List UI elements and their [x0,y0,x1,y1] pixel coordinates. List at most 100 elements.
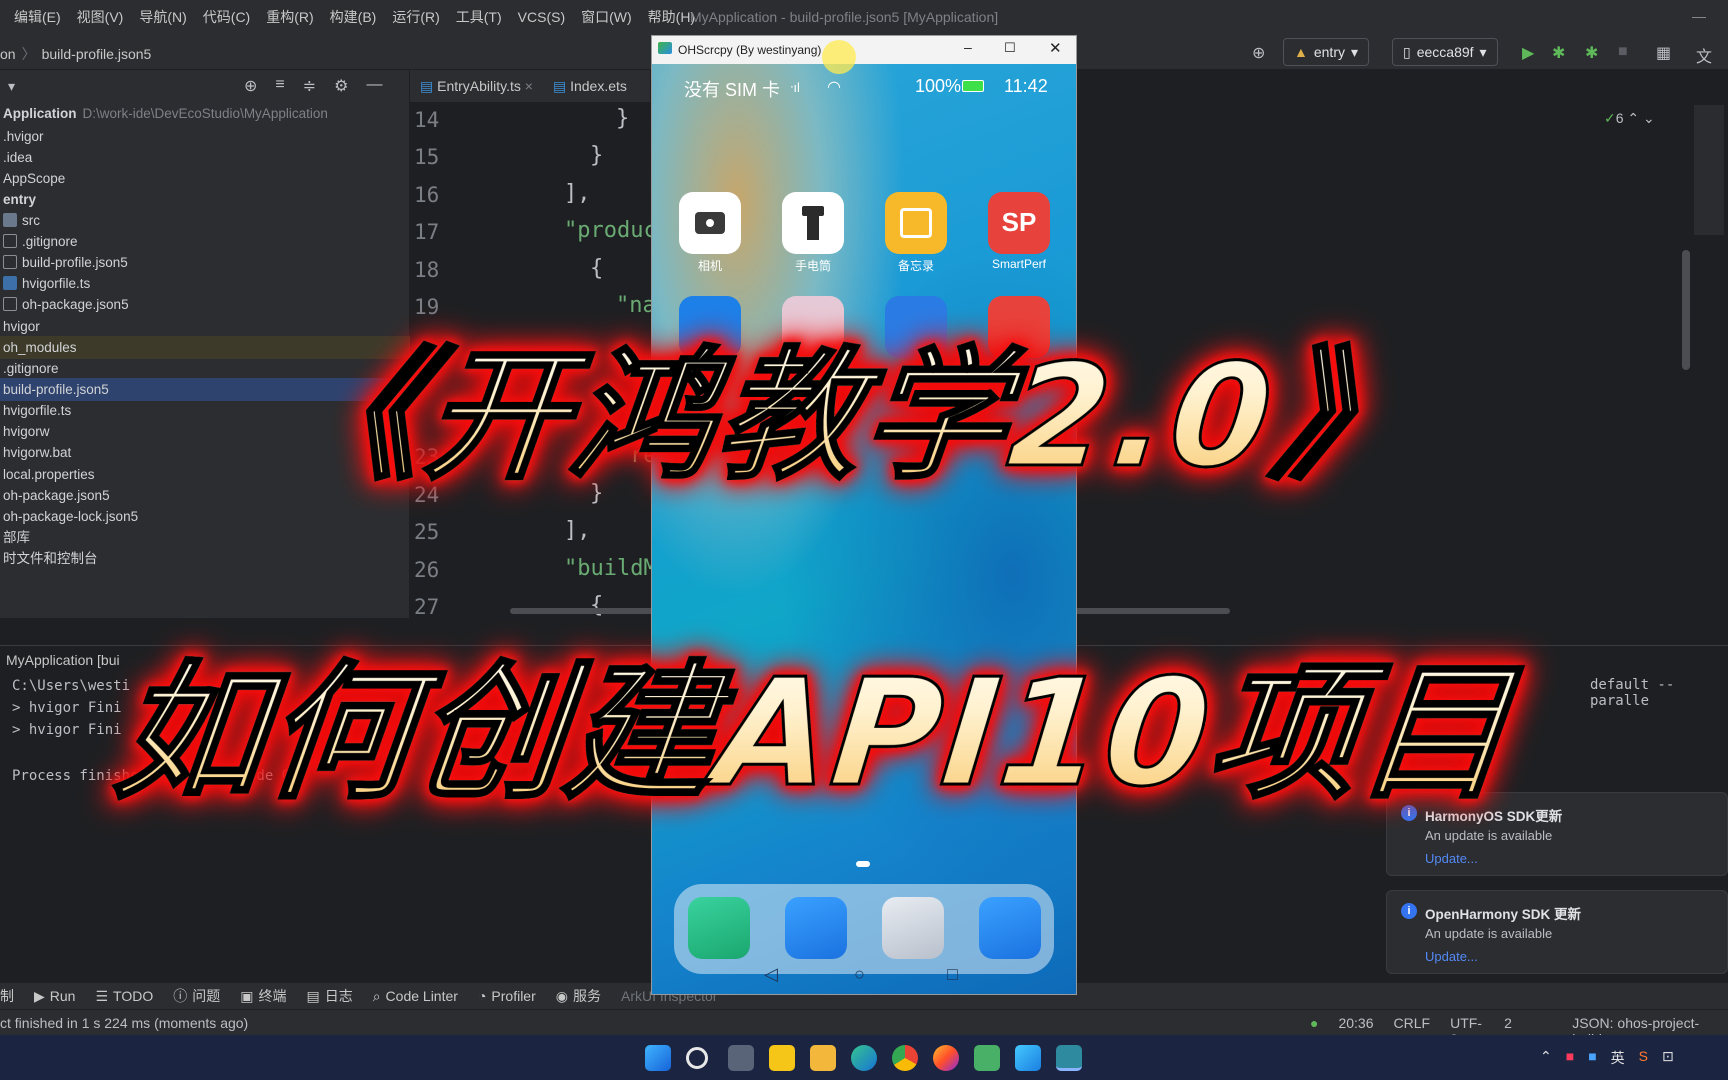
tree-item[interactable]: .idea [0,146,410,169]
update-link[interactable]: Update... [1425,949,1478,964]
windows-start-icon[interactable] [645,1045,671,1071]
run-icon[interactable]: ▶ [1522,43,1534,63]
tree-item-file[interactable]: .gitignore [0,230,410,253]
tab-services[interactable]: ◉ 服务 [556,986,601,1006]
menu-bar: 编辑(E) 视图(V) 导航(N) 代码(C) 重构(R) 构建(B) 运行(R… [0,0,1728,34]
menu-refactor[interactable]: 重构(R) [266,7,313,27]
recents-icon[interactable]: □ [947,964,958,985]
phone-screen[interactable]: 没有 SIM 卡 ᐧıl ◠ 100% 11:42 相机 手电筒 备忘录 SP … [652,64,1076,994]
chevron-up-icon[interactable]: ⌃ [1540,1048,1552,1068]
tray-app-icon[interactable]: ■ [1588,1048,1596,1068]
menu-code[interactable]: 代码(C) [203,7,250,27]
attach-debugger-icon[interactable]: ✱ [1585,43,1598,63]
project-structure-icon[interactable]: ▦ [1656,43,1671,63]
chevron-down-icon[interactable]: ⌄ [1643,110,1655,126]
maximize-icon[interactable]: ☐ [1004,40,1016,56]
tab-control[interactable]: 制 [0,986,14,1006]
flashlight-icon[interactable] [782,192,844,254]
update-link[interactable]: Update... [1425,851,1478,866]
debug-icon[interactable]: ✱ [1552,43,1565,63]
code-minimap[interactable] [1694,105,1724,235]
editor-scrollbar[interactable] [1682,250,1690,370]
collapse-all-icon[interactable]: ≑ [303,76,316,96]
tab-code-linter[interactable]: ⌕ Code Linter [373,988,458,1005]
line-number: 25 [414,520,440,544]
tab-todo[interactable]: ☰ TODO [95,988,153,1005]
device-select[interactable]: ▯ eecca89f ▾ [1392,38,1498,66]
tray-app-icon[interactable]: S [1639,1048,1648,1068]
menu-navigate[interactable]: 导航(N) [139,7,186,27]
target-icon[interactable]: ⊕ [1252,43,1265,63]
deveco-icon[interactable] [1015,1045,1041,1071]
network-icon[interactable]: ⊡ [1662,1048,1674,1068]
code-line: } [616,106,630,131]
menu-edit[interactable]: 编辑(E) [14,7,61,27]
menu-build[interactable]: 构建(B) [330,7,377,27]
battery-icon [962,80,984,92]
file-explorer-icon[interactable] [810,1045,836,1071]
tree-item[interactable]: 时文件和控制台 [0,547,410,570]
tree-item-file[interactable]: build-profile.json5 [0,251,410,274]
task-view-icon[interactable] [728,1045,754,1071]
status-message: ct finished in 1 s 224 ms (moments ago) [0,1015,249,1031]
menu-run[interactable]: 运行(R) [392,7,439,27]
menu-view[interactable]: 视图(V) [77,7,124,27]
breadcrumb-file[interactable]: build-profile.json5 [42,46,152,62]
collapse-arrow-icon[interactable]: ▾ [8,78,15,95]
messages-icon[interactable] [979,897,1041,959]
menu-help[interactable]: 帮助(H) [648,7,695,27]
app-icon[interactable] [974,1045,1000,1071]
tree-item[interactable]: oh-package-lock.json5 [0,505,410,528]
hide-panel-icon[interactable]: — [367,76,383,96]
tree-item[interactable]: entry [0,188,410,211]
camera-icon[interactable] [679,192,741,254]
tree-item[interactable]: 部库 [0,526,410,549]
tab-entryability[interactable]: ▤ EntryAbility.ts × [410,78,543,95]
close-icon[interactable]: × [525,78,533,94]
tree-item-folder[interactable]: src [0,209,410,232]
scrcpy-title-bar[interactable]: OHScrcpy (By westinyang) – ☐ ✕ [652,36,1076,64]
settings-gear-icon[interactable]: ⚙ [334,76,348,96]
contacts-icon[interactable] [688,897,750,959]
sticky-notes-icon[interactable] [769,1045,795,1071]
gallery-icon[interactable] [785,897,847,959]
locate-icon[interactable]: ⊕ [244,76,257,96]
minimize-icon[interactable]: – [964,39,972,55]
scrcpy-icon[interactable] [1056,1045,1082,1071]
menu-window[interactable]: 窗口(W) [581,7,632,27]
language-indicator[interactable]: 英 [1611,1048,1625,1068]
tab-problems[interactable]: ⓘ 问题 [173,986,220,1006]
inspection-widget[interactable]: ✓6 ⌃ ⌄ [1604,110,1655,127]
tab-profiler[interactable]: ◔ Profiler [478,988,536,1004]
tree-item[interactable]: AppScope [0,167,410,190]
tray-app-icon[interactable]: ■ [1566,1048,1574,1068]
chrome-icon[interactable] [892,1045,918,1071]
tree-item[interactable]: .hvigor [0,125,410,148]
tab-run[interactable]: ▶ Run [34,988,75,1005]
menu-tools[interactable]: 工具(T) [456,7,502,27]
firefox-icon[interactable] [933,1045,959,1071]
back-icon[interactable]: ◁ [764,964,778,985]
tree-item-file[interactable]: hvigorfile.ts [0,272,410,295]
run-tab-title[interactable]: MyApplication [bui [6,652,120,668]
close-icon[interactable]: ✕ [1049,39,1062,57]
tab-index[interactable]: ▤ Index.ets [543,78,637,95]
edge-icon[interactable] [851,1045,877,1071]
chevron-up-icon[interactable]: ⌃ [1627,110,1639,126]
smartperf-icon[interactable]: SP [988,192,1050,254]
expand-all-icon[interactable]: ≡ [275,76,284,96]
home-icon[interactable]: ○ [854,964,865,985]
tree-root[interactable]: Application D:\work-ide\DevEcoStudio\MyAp… [0,102,410,125]
minimize-icon[interactable]: — [1692,8,1706,24]
memo-icon[interactable] [885,192,947,254]
search-icon[interactable] [686,1047,708,1069]
settings-icon[interactable] [882,897,944,959]
breadcrumb-project[interactable]: on [0,46,16,62]
tab-log[interactable]: ▤ 日志 [306,986,352,1006]
translate-icon[interactable]: 文 [1696,43,1712,67]
app-label: 手电筒 [794,259,831,273]
run-config-select[interactable]: ▲ entry ▾ [1283,38,1370,66]
stop-icon[interactable]: ■ [1618,43,1628,61]
tab-terminal[interactable]: ▣ 终端 [240,986,286,1006]
menu-vcs[interactable]: VCS(S) [518,9,565,25]
